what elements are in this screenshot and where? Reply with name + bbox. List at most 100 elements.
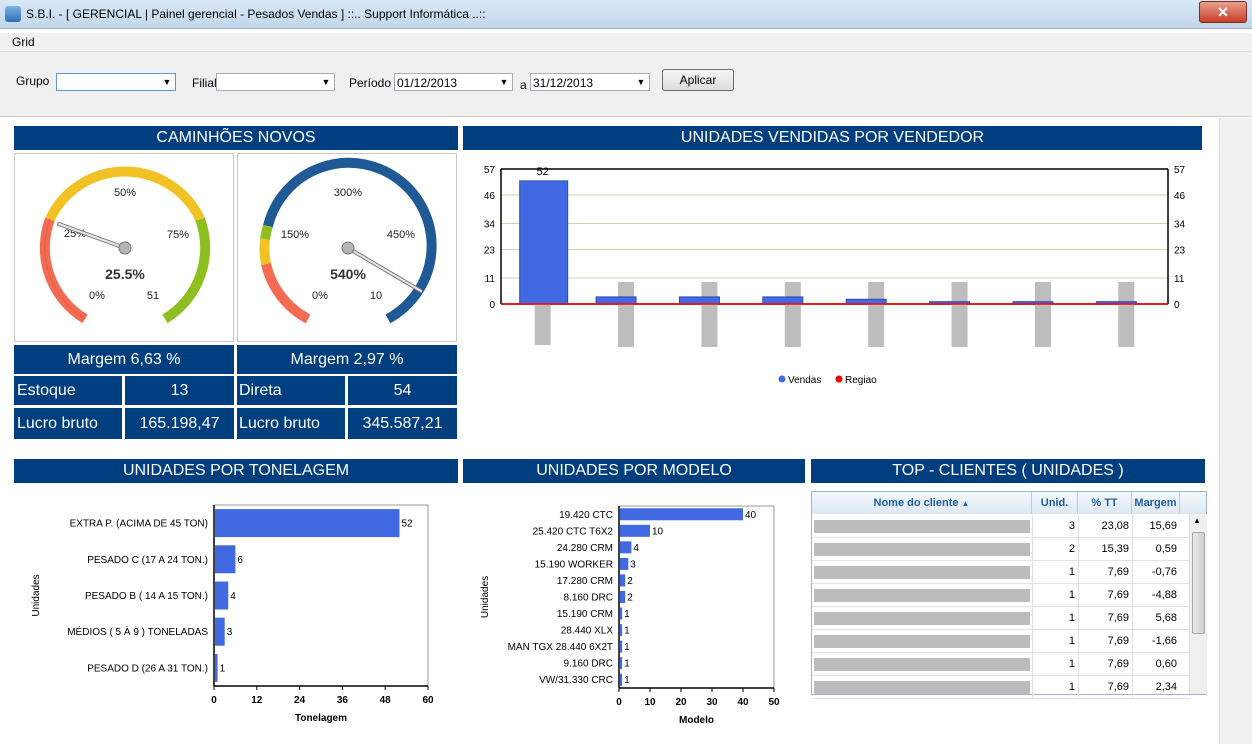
direta-label: Direta [237,376,345,405]
chevron-down-icon: ▼ [499,77,509,87]
client-name-redacted [814,612,1030,625]
bar-data-label: 52 [401,519,413,530]
table-row[interactable]: 1 7,69 2,34 [812,676,1190,699]
category-label: 8.160 DRC [564,593,613,604]
table-row[interactable]: 1 7,69 -1,66 [812,630,1190,653]
gauge-green-band [260,224,273,240]
category-label: EXTRA P. (ACIMA DE 45 TON) [70,519,208,530]
client-name-redacted [814,635,1030,648]
lucro-estoque-value: 165.198,47 [125,408,234,439]
bar-data-label: 4 [633,543,639,554]
bar-data-label: 52 [537,166,549,178]
client-name-redacted [814,566,1030,579]
bar-vendas [595,296,637,305]
bar-data-label: 10 [652,526,664,537]
category-label: 19.420 CTC [559,510,613,521]
table-row[interactable]: 1 7,69 -0,76 [812,561,1190,584]
bar [620,541,632,554]
cell-pct: 7,69 [1078,676,1132,698]
y-tick-label-right: 46 [1174,191,1186,202]
x-tick-label: 20 [675,697,687,708]
col-header-unid[interactable]: Unid. [1032,492,1078,514]
menu-bar [0,33,1252,52]
bar-data-label: 3 [227,627,233,638]
x-tick-label: 0 [616,697,622,708]
margem-direta: Margem 2,97 % [237,345,457,374]
cell-unid: 1 [1032,653,1078,675]
cell-margem: -0,76 [1132,561,1180,583]
filial-select[interactable]: ▼ [216,73,335,91]
cell-unid: 2 [1032,538,1078,560]
bar [620,508,743,521]
bar-data-label: 1 [220,663,226,674]
window-title: S.B.I. - [ GERENCIAL | Painel gerencial … [26,7,486,21]
periodo-end-date[interactable]: 31/12/2013 ▼ [530,73,650,91]
margem-estoque: Margem 6,63 % [14,345,234,374]
apply-button[interactable]: Aplicar [662,69,734,91]
gauge-tick-300: 300% [334,187,362,199]
category-label: MAN TGX 28.440 6X2T [508,642,613,653]
cell-pct: 7,69 [1078,561,1132,583]
menu-item-grid[interactable]: Grid [12,35,35,49]
gauge-tick-max: 51 [147,290,159,302]
bar-vendas [762,296,804,305]
clientes-header: TOP - CLIENTES ( UNIDADES ) [811,459,1205,483]
bar-vendas [678,296,720,305]
x-tick-label: 60 [422,695,434,706]
scroll-up-icon[interactable]: ▲ [1193,516,1201,525]
y-tick-label-right: 11 [1174,274,1185,285]
bar [215,653,218,682]
caminhoes-header: CAMINHÕES NOVOS [14,126,458,150]
chevron-down-icon: ▼ [321,77,331,87]
bar-data-label: 1 [624,609,630,620]
category-label: 17.280 CRM [557,576,613,587]
cell-pct: 15,39 [1078,538,1132,560]
gauge-value: 25.5% [105,266,145,282]
table-scrollbar[interactable]: ▲ [1189,514,1207,694]
cell-pct: 7,69 [1078,584,1132,606]
table-row[interactable]: 1 7,69 5,68 [812,607,1190,630]
bar [620,574,626,587]
close-window-button[interactable]: ✕ [1199,1,1247,23]
modelo-chart-header: UNIDADES POR MODELO [463,459,805,483]
periodo-start-date[interactable]: 01/12/2013 ▼ [394,73,513,91]
gray-bar [951,282,968,347]
col-header-pct[interactable]: % TT [1078,492,1132,514]
table-row[interactable]: 2 15,39 0,59 [812,538,1190,561]
bar-data-label: 1 [624,626,630,637]
gauge-value: 540% [330,266,366,282]
x-tick-label: 12 [251,695,263,706]
client-name-redacted [814,589,1030,602]
gray-bar [868,282,885,347]
col-header-filler [1180,492,1206,514]
col-header-nome[interactable]: Nome do cliente ▲ [812,492,1032,514]
legend-regiao-label: Regiao [845,375,877,386]
gray-bar [701,282,718,347]
category-label: PESADO B ( 14 A 15 TON.) [85,591,208,602]
cell-unid: 3 [1032,515,1078,537]
bar-data-label: 2 [627,593,633,604]
y-axis-title: Unidades [31,574,42,616]
scroll-thumb[interactable] [1192,532,1205,634]
direta-value: 54 [348,376,457,405]
lucro-label: Lucro bruto [14,408,122,439]
modelo-chart: 19.420 CTC 4025.420 CTC T6X2 1024.280 CRM 4… [480,505,780,726]
vendedor-chart: 0 0 11 11 23 23 34 34 46 46 57 57 52 Vendas Regiao [484,165,1186,386]
grupo-select[interactable]: ▼ [56,73,176,91]
table-row[interactable]: 1 7,69 -4,88 [812,584,1190,607]
cell-unid: 1 [1032,630,1078,652]
col-header-margem[interactable]: Margem [1132,492,1180,514]
gauge-needle-pivot [341,241,355,255]
x-tick-label: 48 [380,695,392,706]
bar-data-label: 1 [624,642,630,653]
bar [620,640,623,653]
table-row[interactable]: 1 7,69 0,60 [812,653,1190,676]
bar-data-label: 1 [624,659,630,670]
category-label: 15.190 CRM [557,609,613,620]
category-label: 28.440 XLX [561,626,614,637]
periodo-start-value: 01/12/2013 [397,76,458,90]
table-row[interactable]: 3 23,08 15,69 [812,515,1190,538]
gray-bar [784,282,801,347]
y-tick-label-right: 57 [1174,165,1186,176]
vertical-scrollbar[interactable] [1219,118,1252,744]
